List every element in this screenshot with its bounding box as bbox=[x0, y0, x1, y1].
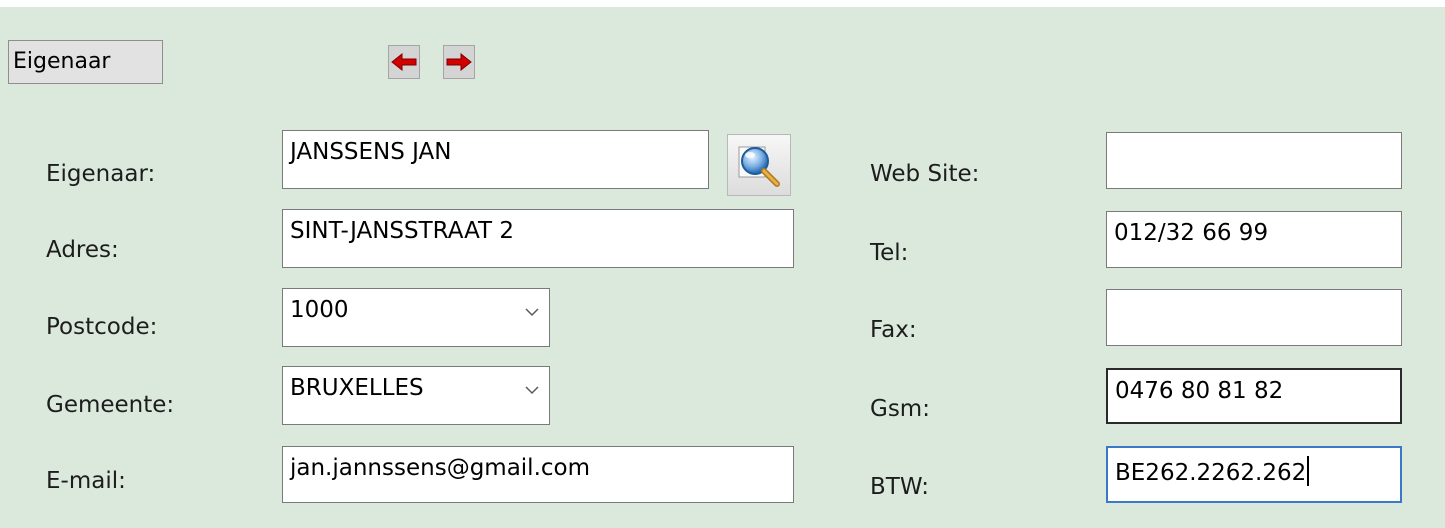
chevron-down-icon bbox=[525, 308, 539, 317]
postcode-select[interactable]: 1000 bbox=[282, 288, 550, 347]
btw-field[interactable]: BE262.2262.262 bbox=[1106, 446, 1402, 503]
email-label: E-mail: bbox=[46, 468, 126, 494]
email-value: jan.jannssens@gmail.com bbox=[290, 455, 590, 481]
website-field[interactable] bbox=[1106, 132, 1402, 189]
gsm-label: Gsm: bbox=[870, 396, 930, 422]
postcode-label: Postcode: bbox=[46, 314, 158, 340]
search-magnifier-icon bbox=[738, 146, 780, 187]
tel-label: Tel: bbox=[870, 240, 909, 266]
btw-label: BTW: bbox=[870, 474, 929, 500]
eigenaar-value: JANSSENS JAN bbox=[290, 139, 452, 165]
gemeente-select[interactable]: BRUXELLES bbox=[282, 366, 550, 425]
eigenaar-field[interactable]: JANSSENS JAN bbox=[282, 130, 709, 189]
arrow-left-icon bbox=[391, 53, 417, 71]
adres-label: Adres: bbox=[46, 237, 119, 263]
gemeente-value: BRUXELLES bbox=[290, 375, 424, 401]
lookup-owner-button[interactable] bbox=[727, 134, 791, 196]
gsm-field[interactable]: 0476 80 81 82 bbox=[1106, 368, 1402, 424]
tel-value: 012/32 66 99 bbox=[1114, 220, 1269, 246]
arrow-right-icon bbox=[446, 53, 472, 71]
gsm-value: 0476 80 81 82 bbox=[1115, 378, 1284, 404]
website-label: Web Site: bbox=[870, 161, 980, 187]
postcode-value: 1000 bbox=[290, 297, 349, 323]
adres-value: SINT-JANSSTRAAT 2 bbox=[290, 218, 515, 244]
owner-form-panel: Eigenaar Eigenaar: Adres: Postcode: Geme… bbox=[0, 7, 1445, 528]
tel-field[interactable]: 012/32 66 99 bbox=[1106, 211, 1402, 268]
btw-value: BE262.2262.262 bbox=[1115, 460, 1307, 486]
text-cursor bbox=[1307, 456, 1310, 486]
fax-label: Fax: bbox=[870, 317, 917, 343]
adres-field[interactable]: SINT-JANSSTRAAT 2 bbox=[282, 209, 794, 268]
fax-field[interactable] bbox=[1106, 289, 1402, 346]
gemeente-label: Gemeente: bbox=[46, 392, 175, 418]
previous-record-button[interactable] bbox=[388, 45, 420, 79]
email-field[interactable]: jan.jannssens@gmail.com bbox=[282, 446, 794, 503]
chevron-down-icon bbox=[525, 386, 539, 395]
next-record-button[interactable] bbox=[443, 45, 475, 79]
eigenaar-header-button[interactable]: Eigenaar bbox=[8, 40, 163, 84]
eigenaar-label: Eigenaar: bbox=[46, 161, 156, 187]
